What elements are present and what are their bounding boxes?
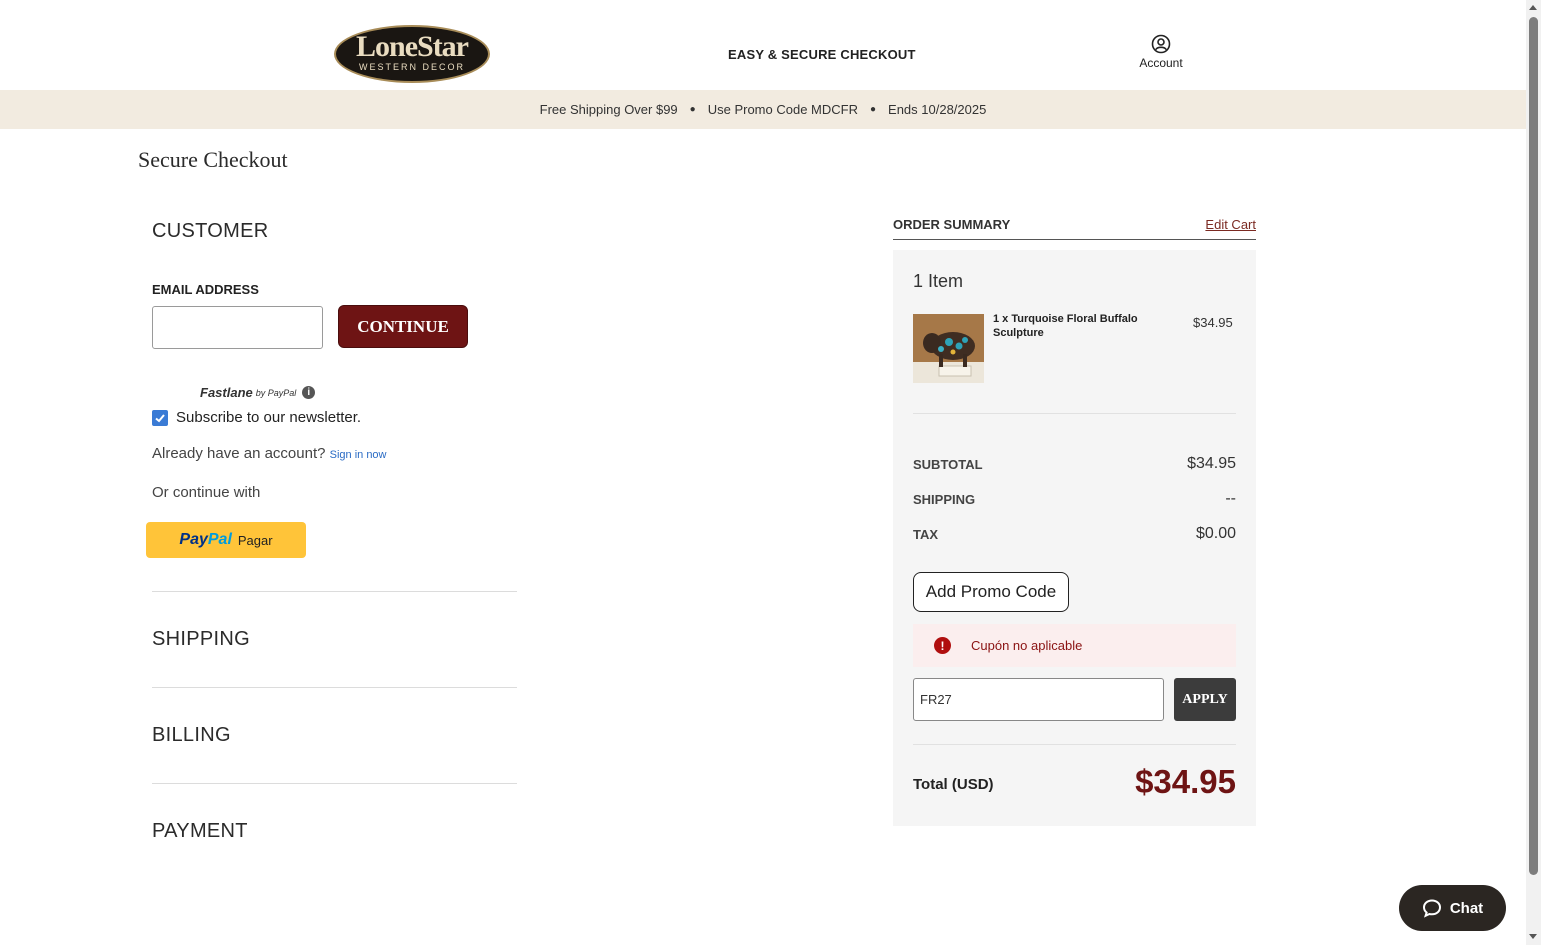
product-price: $34.95 xyxy=(1193,315,1233,330)
total-label: Total (USD) xyxy=(913,776,994,793)
paypal-logo-pay: Pay xyxy=(179,531,208,548)
free-shipping-text: Free Shipping Over $99 xyxy=(539,102,678,117)
paypal-pagar-label: Pagar xyxy=(237,532,273,548)
fastlane-by-text: by PayPal xyxy=(255,387,297,398)
page-scrollbar[interactable] xyxy=(1526,0,1541,945)
secure-checkout-tagline: EASY & SECURE CHECKOUT xyxy=(728,47,916,62)
promo-code-value: FR27 xyxy=(920,692,952,707)
total-value: $34.95 xyxy=(1135,763,1236,800)
scroll-up-arrow-icon[interactable] xyxy=(1529,5,1537,10)
items-count: 1 Item xyxy=(913,271,964,291)
shipping-section-title[interactable]: SHIPPING xyxy=(152,628,250,651)
page-title: Secure Checkout xyxy=(138,147,288,172)
buffalo-sculpture-image xyxy=(913,314,984,383)
check-icon xyxy=(155,413,165,422)
subtotal-value: $34.95 xyxy=(1187,455,1236,472)
tax-value: $0.00 xyxy=(1195,525,1236,542)
user-circle-icon xyxy=(1151,34,1171,54)
logo-subtext: WESTERN DECOR xyxy=(358,62,465,72)
already-account-text: Already have an account? Sign in now xyxy=(152,445,387,462)
product-image xyxy=(913,314,984,383)
customer-section-title[interactable]: CUSTOMER xyxy=(152,220,268,243)
continue-button[interactable]: CONTINUE xyxy=(338,305,468,348)
order-summary-header: ORDER SUMMARY Edit Cart xyxy=(893,217,1256,232)
section-divider xyxy=(152,783,517,784)
promo-code-text: Use Promo Code MDCFR xyxy=(707,102,858,117)
paypal-button[interactable]: Pay Pal Pagar xyxy=(146,522,306,558)
email-input[interactable] xyxy=(152,306,323,349)
lonestar-logo[interactable]: LoneStar WESTERN DECOR xyxy=(334,25,490,83)
account-link[interactable]: Account xyxy=(1134,34,1188,70)
chat-label: Chat xyxy=(1449,899,1484,917)
account-label: Account xyxy=(1139,56,1183,70)
payment-section-title[interactable]: PAYMENT xyxy=(152,820,248,843)
promo-ends-text: Ends 10/28/2025 xyxy=(888,102,987,117)
newsletter-checkbox[interactable] xyxy=(152,409,168,426)
paypal-logo-pal: Pal xyxy=(207,531,232,548)
summary-divider xyxy=(913,413,1236,414)
already-account-label: Already have an account? xyxy=(152,445,326,462)
site-header: LoneStar WESTERN DECOR EASY & SECURE CHE… xyxy=(0,0,1526,90)
chat-button[interactable]: Chat xyxy=(1399,885,1506,931)
order-summary-title: ORDER SUMMARY xyxy=(893,217,1011,232)
scroll-down-arrow-icon[interactable] xyxy=(1529,934,1537,939)
email-label: EMAIL ADDRESS xyxy=(152,282,259,297)
summary-header-rule xyxy=(893,239,1256,240)
chat-bubble-icon xyxy=(1422,899,1441,918)
shipping-label: SHIPPING xyxy=(913,492,976,507)
edit-cart-link[interactable]: Edit Cart xyxy=(1205,217,1256,232)
tax-label: TAX xyxy=(913,527,939,542)
fastlane-badge: Fastlane by PayPal i xyxy=(200,385,316,400)
section-divider xyxy=(152,591,517,592)
info-icon[interactable]: i xyxy=(302,386,316,399)
fastlane-text: Fastlane xyxy=(200,385,253,400)
separator-dot: ● xyxy=(869,104,877,115)
logo-text: LoneStar xyxy=(356,30,469,63)
promo-banner: Free Shipping Over $99 ● Use Promo Code … xyxy=(0,90,1526,129)
separator-dot: ● xyxy=(689,104,696,115)
section-divider xyxy=(152,687,517,688)
sign-in-link[interactable]: Sign in now xyxy=(330,449,387,461)
billing-section-title[interactable]: BILLING xyxy=(152,724,231,747)
promo-error-message: Cupón no aplicable xyxy=(971,638,1083,653)
scrollbar-thumb[interactable] xyxy=(1529,17,1538,875)
subtotal-label: SUBTOTAL xyxy=(913,457,983,472)
add-promo-code-button[interactable]: Add Promo Code xyxy=(913,572,1069,612)
newsletter-label: Subscribe to our newsletter. xyxy=(176,409,362,426)
or-continue-text: Or continue with xyxy=(152,484,261,501)
newsletter-option[interactable]: Subscribe to our newsletter. xyxy=(152,409,361,426)
promo-code-input[interactable]: FR27 xyxy=(913,678,1164,721)
apply-promo-button[interactable]: APPLY xyxy=(1174,678,1236,721)
promo-error-alert: ! Cupón no aplicable xyxy=(913,624,1236,667)
error-icon: ! xyxy=(934,637,951,654)
summary-divider xyxy=(913,744,1236,745)
shipping-value: -- xyxy=(1225,490,1236,507)
product-name: 1 x Turquoise Floral Buffalo Sculpture xyxy=(993,313,1138,339)
